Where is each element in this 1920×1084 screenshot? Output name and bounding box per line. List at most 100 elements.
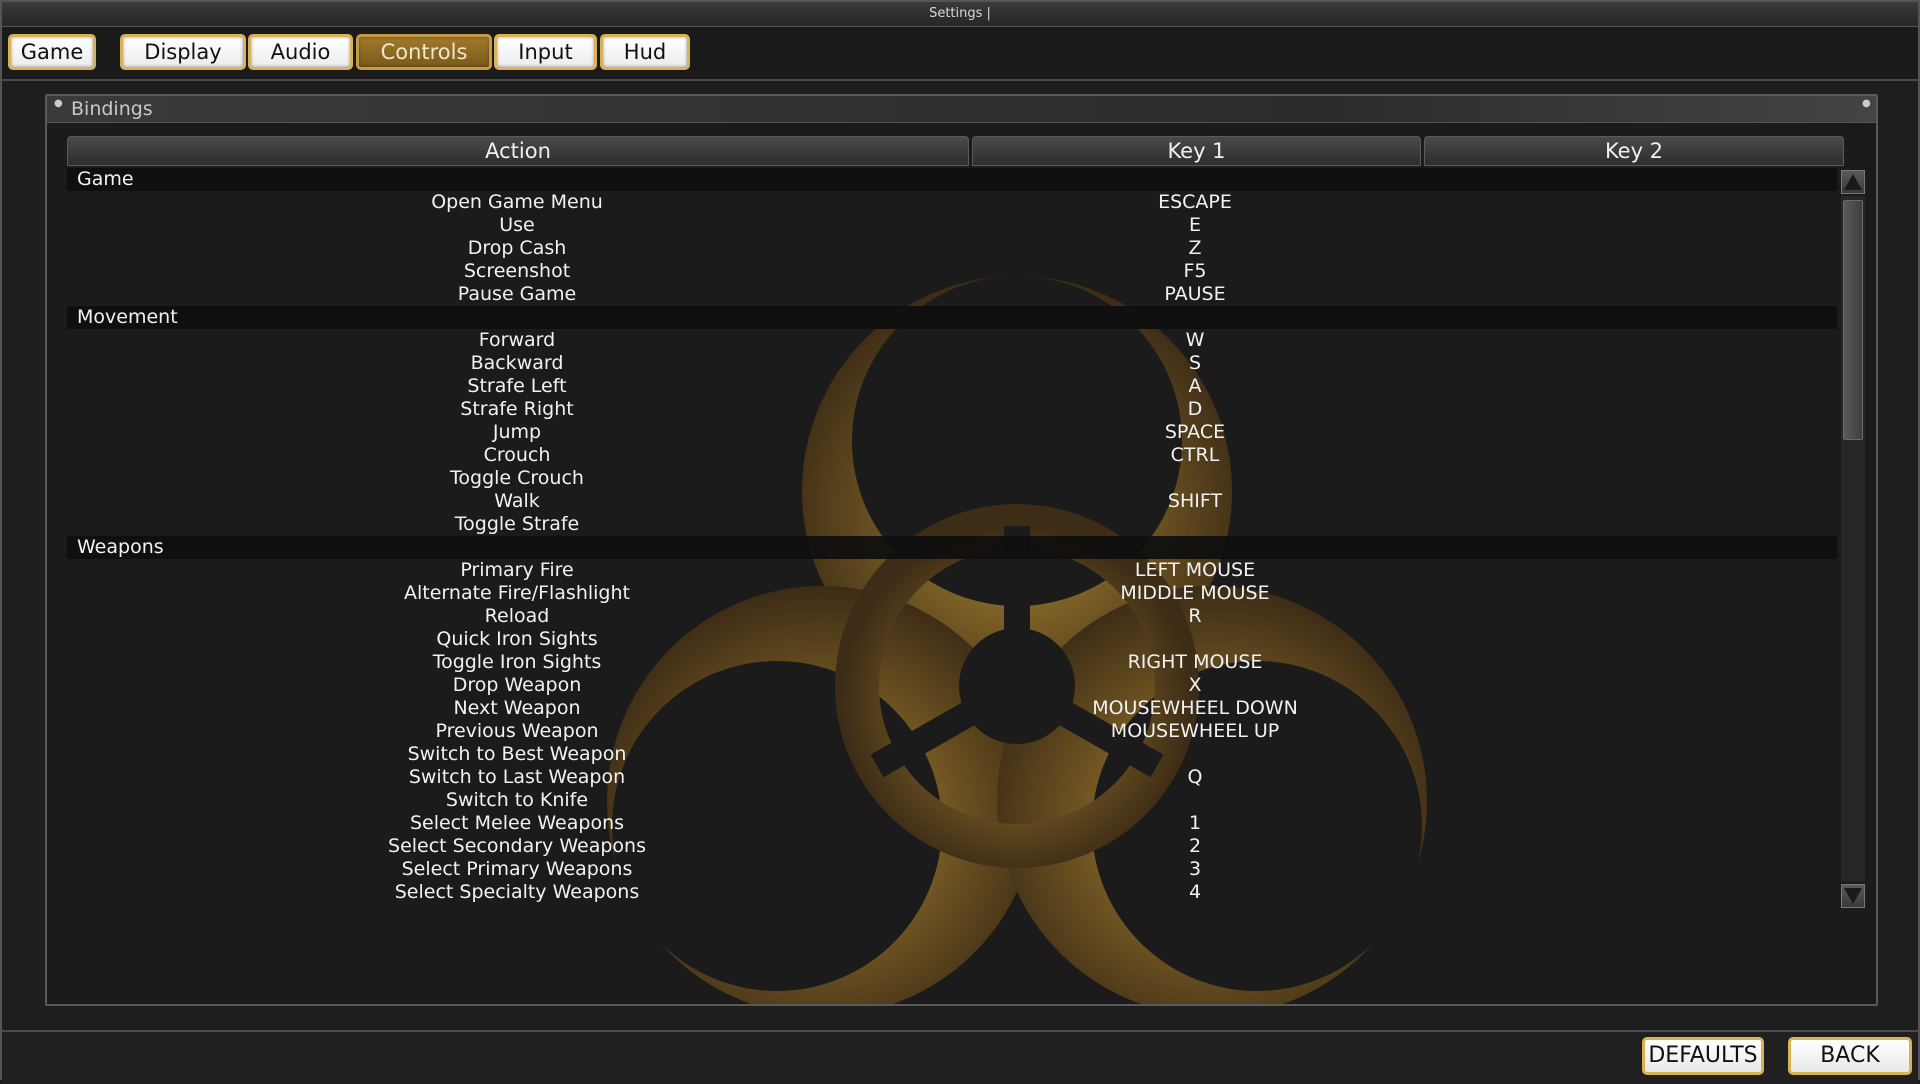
back-button[interactable]: BACK [1788, 1037, 1912, 1075]
key1-cell[interactable]: Q [970, 766, 1420, 789]
action-label: Toggle Strafe [454, 513, 580, 535]
action-label: Use [499, 214, 535, 236]
key1-cell[interactable]: CTRL [970, 444, 1420, 467]
binding-row[interactable]: Screenshot F5 [67, 260, 1837, 283]
key1-cell[interactable]: 3 [970, 858, 1420, 881]
tab-hud[interactable]: Hud [600, 34, 690, 70]
group-name: Game [77, 168, 134, 190]
action-label: Select Primary Weapons [401, 858, 633, 880]
group-header: Movement [67, 306, 1837, 329]
key1-cell[interactable]: LEFT MOUSE [970, 559, 1420, 582]
key1-cell[interactable]: SPACE [970, 421, 1420, 444]
column-header-action[interactable]: Action [67, 136, 969, 166]
group-header: Game [67, 168, 1837, 191]
key1-cell[interactable]: MOUSEWHEEL DOWN [970, 697, 1420, 720]
action-label: Open Game Menu [431, 191, 603, 213]
group-name: Movement [77, 306, 178, 328]
triangle-down-icon [1844, 888, 1862, 904]
binding-row[interactable]: Pause Game PAUSE [67, 283, 1837, 306]
binding-row[interactable]: Backward S [67, 352, 1837, 375]
defaults-button[interactable]: DEFAULTS [1642, 1037, 1764, 1075]
action-label: Screenshot [463, 260, 571, 282]
key1-cell[interactable]: W [970, 329, 1420, 352]
binding-row[interactable]: Drop Cash Z [67, 237, 1837, 260]
key1-cell[interactable]: S [970, 352, 1420, 375]
binding-row[interactable]: Reload R [67, 605, 1837, 628]
binding-row[interactable]: Next Weapon MOUSEWHEEL DOWN [67, 697, 1837, 720]
column-header-key1[interactable]: Key 1 [972, 136, 1421, 166]
binding-row[interactable]: Quick Iron Sights [67, 628, 1837, 651]
key1-cell[interactable]: F5 [970, 260, 1420, 283]
key1-cell[interactable]: E [970, 214, 1420, 237]
binding-row[interactable]: Forward W [67, 329, 1837, 352]
bindings-table: Action Key 1 Key 2 Game Open Game Menu ESC… [67, 136, 1844, 926]
binding-row[interactable]: Select Primary Weapons 3 [67, 858, 1837, 881]
key1-cell[interactable]: MOUSEWHEEL UP [970, 720, 1420, 743]
binding-row[interactable]: Toggle Iron Sights RIGHT MOUSE [67, 651, 1837, 674]
binding-row[interactable]: Previous Weapon MOUSEWHEEL UP [67, 720, 1837, 743]
action-label: Drop Weapon [452, 674, 582, 696]
binding-row[interactable]: Use E [67, 214, 1837, 237]
key1-cell[interactable]: PAUSE [970, 283, 1420, 306]
binding-row[interactable]: Select Melee Weapons 1 [67, 812, 1837, 835]
group-name: Weapons [77, 536, 164, 558]
binding-row[interactable]: Crouch CTRL [67, 444, 1837, 467]
binding-row[interactable]: Switch to Knife [67, 789, 1837, 812]
binding-row[interactable]: Switch to Last Weapon Q [67, 766, 1837, 789]
settings-window: Settings | Game Display Audio Controls I… [0, 0, 1920, 1084]
column-header-key2[interactable]: Key 2 [1424, 136, 1844, 166]
action-label: Switch to Last Weapon [408, 766, 626, 788]
tab-input[interactable]: Input [494, 34, 597, 70]
binding-row[interactable]: Select Specialty Weapons 4 [67, 881, 1837, 904]
bindings-rows: Game Open Game Menu ESCAPE Use E Drop Cash Z Sc… [67, 168, 1837, 904]
action-label: Forward [478, 329, 556, 351]
key1-cell[interactable]: D [970, 398, 1420, 421]
binding-row[interactable]: Toggle Strafe [67, 513, 1837, 536]
action-label: Next Weapon [453, 697, 581, 719]
bindings-panel: ● Bindings ● Action Key 1 Key 2 Game Ope… [45, 94, 1878, 1006]
action-label: Select Melee Weapons [409, 812, 625, 834]
binding-row[interactable]: Drop Weapon X [67, 674, 1837, 697]
key1-cell[interactable]: Z [970, 237, 1420, 260]
action-label: Toggle Crouch [450, 467, 584, 489]
tab-display[interactable]: Display [120, 34, 246, 70]
key1-cell[interactable]: R [970, 605, 1420, 628]
action-label: Switch to Best Weapon [407, 743, 627, 765]
triangle-up-icon [1844, 174, 1862, 190]
binding-row[interactable]: Strafe Left A [67, 375, 1837, 398]
bottom-bar [2, 1030, 1918, 1084]
binding-row[interactable]: Primary Fire LEFT MOUSE [67, 559, 1837, 582]
binding-row[interactable]: Jump SPACE [67, 421, 1837, 444]
binding-row[interactable]: Strafe Right D [67, 398, 1837, 421]
panel-header: ● Bindings ● [47, 96, 1876, 123]
key1-cell[interactable]: SHIFT [970, 490, 1420, 513]
action-label: Backward [470, 352, 564, 374]
key1-cell[interactable]: ESCAPE [970, 191, 1420, 214]
binding-row[interactable]: Open Game Menu ESCAPE [67, 191, 1837, 214]
binding-row[interactable]: Alternate Fire/Flashlight MIDDLE MOUSE [67, 582, 1837, 605]
key1-cell[interactable]: 4 [970, 881, 1420, 904]
collapse-icon[interactable]: ● [54, 99, 63, 109]
scroll-down-button[interactable] [1841, 884, 1865, 908]
action-label: Drop Cash [467, 237, 567, 259]
binding-row[interactable]: Switch to Best Weapon [67, 743, 1837, 766]
key1-cell[interactable]: 1 [970, 812, 1420, 835]
action-label: Crouch [483, 444, 551, 466]
tab-controls[interactable]: Controls [356, 34, 492, 70]
key1-cell[interactable]: 2 [970, 835, 1420, 858]
action-label: Alternate Fire/Flashlight [404, 582, 630, 604]
action-label: Select Secondary Weapons [388, 835, 646, 857]
tab-bar: Game Display Audio Controls Input Hud [2, 27, 1918, 81]
tab-game[interactable]: Game [8, 34, 96, 70]
tab-audio[interactable]: Audio [248, 34, 353, 70]
binding-row[interactable]: Toggle Crouch [67, 467, 1837, 490]
scrollbar-thumb[interactable] [1843, 200, 1863, 440]
action-label: Strafe Right [460, 398, 574, 420]
binding-row[interactable]: Walk SHIFT [67, 490, 1837, 513]
binding-row[interactable]: Select Secondary Weapons 2 [67, 835, 1837, 858]
key1-cell[interactable]: MIDDLE MOUSE [970, 582, 1420, 605]
key1-cell[interactable]: X [970, 674, 1420, 697]
key1-cell[interactable]: RIGHT MOUSE [970, 651, 1420, 674]
key1-cell[interactable]: A [970, 375, 1420, 398]
scroll-up-button[interactable] [1841, 170, 1865, 194]
